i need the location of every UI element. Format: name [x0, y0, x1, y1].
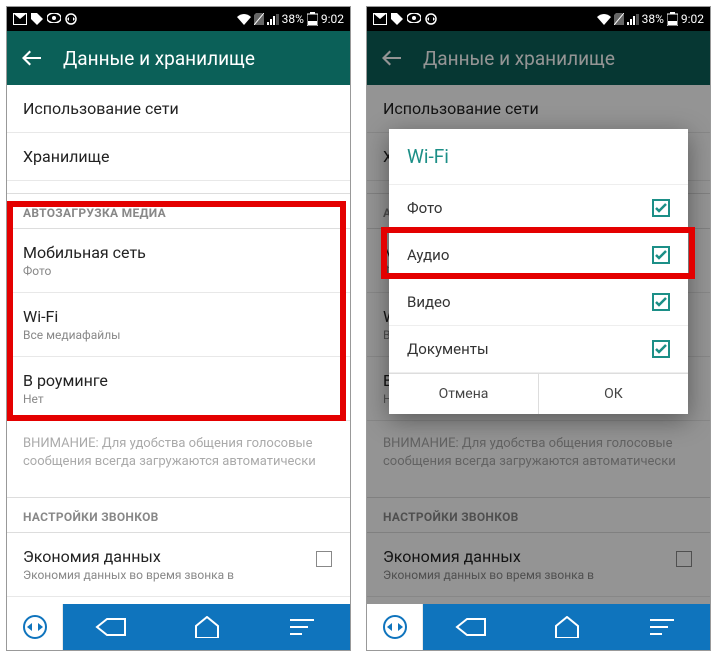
- appbar-title: Данные и хранилище: [63, 47, 255, 70]
- checkbox-checked-icon[interactable]: [652, 246, 670, 264]
- nav-home[interactable]: [159, 604, 255, 650]
- row-wifi[interactable]: Wi-Fi Все медиафайлы: [7, 293, 350, 357]
- phone-left: 38% 9:02 Данные и хранилище Использовани…: [6, 6, 351, 651]
- eye-icon: [407, 13, 421, 25]
- row-economy[interactable]: Экономия данных Экономия данных во время…: [7, 533, 350, 597]
- teamviewer-icon: [65, 13, 77, 25]
- checkbox-checked-icon[interactable]: [652, 340, 670, 358]
- navbar: [7, 604, 350, 650]
- email-icon: [373, 13, 387, 25]
- row-network-usage[interactable]: Использование сети: [7, 85, 350, 133]
- tag-icon: [391, 13, 403, 25]
- row-roaming[interactable]: В роуминге Нет: [7, 357, 350, 421]
- nav-back[interactable]: [423, 604, 519, 650]
- battery-icon: [307, 12, 318, 26]
- dialog-cancel-button[interactable]: Отмена: [389, 374, 539, 414]
- eye-icon: [47, 13, 61, 25]
- row-mobile[interactable]: Мобильная сеть Фото: [7, 229, 350, 293]
- battery-icon: [667, 12, 678, 26]
- signal-icon: [267, 14, 279, 25]
- nav-recent[interactable]: [254, 604, 350, 650]
- tag-icon: [31, 13, 43, 25]
- dlg-opt-photo[interactable]: Фото: [389, 185, 688, 232]
- battery-pct: 38%: [282, 12, 304, 26]
- nav-recent[interactable]: [614, 604, 710, 650]
- dlg-opt-audio[interactable]: Аудио: [389, 232, 688, 279]
- wifi-icon: [237, 14, 251, 25]
- navbar: [367, 604, 710, 650]
- nav-home[interactable]: [519, 604, 615, 650]
- statusbar: 38% 9:02: [7, 7, 350, 31]
- nav-back[interactable]: [63, 604, 159, 650]
- dialog-title: Wi-Fi: [389, 129, 688, 185]
- dialog-ok-button[interactable]: ОК: [539, 374, 688, 414]
- checkbox-checked-icon[interactable]: [652, 199, 670, 217]
- back-arrow-icon[interactable]: [21, 48, 41, 68]
- nosim-icon: [614, 13, 624, 25]
- warning-text: ВНИМАНИЕ: Для удобства общения голосовые…: [7, 421, 350, 485]
- checkbox-checked-icon[interactable]: [652, 293, 670, 311]
- row-storage[interactable]: Хранилище: [7, 133, 350, 181]
- section-calls: НАСТРОЙКИ ЗВОНКОВ: [7, 497, 350, 533]
- section-autodownload: АВТОЗАГРУЗКА МЕДИА: [7, 193, 350, 229]
- signal-icon: [627, 14, 639, 25]
- battery-pct: 38%: [642, 12, 664, 26]
- email-icon: [13, 13, 27, 25]
- dlg-opt-docs[interactable]: Документы: [389, 326, 688, 373]
- wifi-dialog: Wi-Fi Фото Аудио Видео Документы Отмена …: [389, 129, 688, 414]
- statusbar: 38% 9:02: [367, 7, 710, 31]
- phone-right: 38% 9:02 Данные и хранилище Использовани…: [366, 6, 711, 651]
- teamviewer-icon: [425, 13, 437, 25]
- wifi-icon: [597, 14, 611, 25]
- clock: 9:02: [321, 12, 344, 26]
- nav-teamviewer[interactable]: [367, 604, 423, 650]
- economy-checkbox[interactable]: [316, 551, 332, 567]
- nosim-icon: [254, 13, 264, 25]
- nav-teamviewer[interactable]: [7, 604, 63, 650]
- settings-list: Использование сети Хранилище АВТОЗАГРУЗК…: [7, 85, 350, 604]
- dlg-opt-video[interactable]: Видео: [389, 279, 688, 326]
- clock: 9:02: [681, 12, 704, 26]
- appbar: Данные и хранилище: [7, 31, 350, 85]
